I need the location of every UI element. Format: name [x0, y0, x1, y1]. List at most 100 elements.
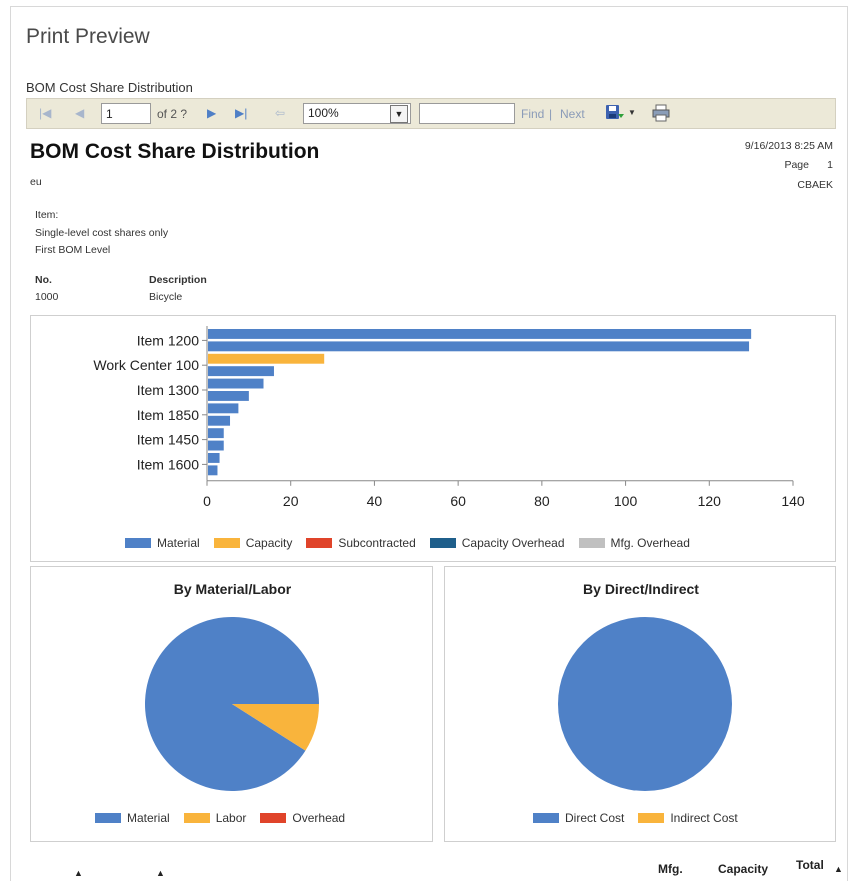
- page-count-label: of 2 ?: [157, 107, 188, 121]
- pie-slice-direct-cost: [558, 617, 732, 791]
- legend-item: Labor: [183, 811, 247, 825]
- print-icon[interactable]: [651, 104, 671, 122]
- page-number-input[interactable]: [101, 103, 151, 124]
- legend-swatch: [638, 813, 665, 823]
- legend-label: Capacity Overhead: [461, 536, 565, 550]
- export-dropdown-icon[interactable]: ▼: [628, 108, 636, 117]
- bar: [208, 391, 249, 401]
- legend-swatch: [578, 538, 605, 548]
- export-icon[interactable]: [605, 104, 625, 122]
- legend-label: Material: [127, 811, 170, 825]
- y-tick-label: Item 1600: [137, 456, 199, 472]
- zoom-select[interactable]: 100% ▼: [303, 103, 411, 124]
- legend-label: Indirect Cost: [670, 811, 738, 825]
- legend-swatch: [260, 813, 287, 823]
- bar: [208, 366, 274, 377]
- cost-share-bar-chart: Item 1200 Work Center 100 Item 1300 Item 18…: [93, 326, 805, 509]
- x-tick-label: 40: [367, 493, 383, 509]
- find-input[interactable]: [419, 103, 515, 124]
- legend-item: Material: [95, 811, 170, 825]
- description-column-header: Description: [149, 274, 207, 286]
- bar: [208, 341, 750, 352]
- legend-item: Capacity: [213, 536, 293, 550]
- find-link[interactable]: Find: [521, 107, 544, 121]
- legend-label: Direct Cost: [565, 811, 625, 825]
- y-tick-label: Item 1450: [137, 432, 199, 448]
- filter-line: Single-level cost shares only: [35, 227, 169, 239]
- y-tick-label: Item 1850: [137, 407, 199, 423]
- y-tick-label: Item 1300: [137, 382, 199, 398]
- bar-chart-legend: Material Capacity Subcontracted Capacity…: [125, 536, 704, 550]
- legend-label: Capacity: [245, 536, 293, 550]
- back-to-parent-icon[interactable]: ⇦: [275, 106, 285, 120]
- first-page-icon[interactable]: |◀: [39, 106, 51, 120]
- pie-chart-title: By Direct/Indirect: [583, 581, 699, 597]
- x-tick-label: 0: [203, 493, 211, 509]
- x-tick-label: 20: [283, 493, 299, 509]
- x-tick-label: 60: [450, 493, 466, 509]
- legend-label: Overhead: [292, 811, 346, 825]
- bar: [208, 428, 224, 439]
- mfg-column-header: Mfg.: [658, 862, 683, 876]
- bar: [208, 415, 231, 426]
- report-user: CBAEK: [797, 179, 833, 191]
- sort-arrow-icon[interactable]: ▲: [834, 864, 843, 874]
- bar: [208, 353, 325, 364]
- sort-arrow-icon[interactable]: ▲: [156, 868, 165, 878]
- pie-chart-title: By Material/Labor: [173, 581, 292, 597]
- legend-item: Indirect Cost: [638, 811, 738, 825]
- bar: [208, 329, 752, 339]
- last-page-icon[interactable]: ▶|: [235, 106, 247, 120]
- total-column-header: Total: [796, 858, 824, 872]
- material-labor-pie-chart: [144, 617, 319, 792]
- legend-label: Subcontracted: [338, 536, 416, 550]
- filter-line: First BOM Level: [35, 244, 111, 256]
- cost-share-bar-chart-panel: Item 1200 Work Center 100 Item 1300 Item 18…: [30, 315, 836, 562]
- material-labor-pie-panel: By Material/Labor Material Labor Overhea…: [30, 566, 433, 842]
- chevron-down-icon[interactable]: ▼: [390, 105, 408, 123]
- company-name: eu: [30, 176, 42, 188]
- bar: [208, 378, 264, 389]
- legend-swatch: [125, 538, 151, 548]
- y-tick-label: Work Center 100: [93, 357, 199, 373]
- direct-indirect-pie-chart: [558, 617, 732, 791]
- legend-swatch: [306, 538, 333, 548]
- window-title: Print Preview: [26, 25, 150, 48]
- legend-label: Mfg. Overhead: [610, 536, 690, 550]
- x-tick-label: 100: [614, 493, 638, 509]
- legend-label: Labor: [215, 811, 247, 825]
- sort-arrow-icon[interactable]: ▲: [74, 868, 83, 878]
- bar: [208, 403, 239, 414]
- bar: [208, 465, 218, 476]
- legend-item: Subcontracted: [306, 536, 416, 550]
- direct-indirect-pie-panel: By Direct/Indirect Direct Cost Indirect …: [444, 566, 836, 842]
- previous-page-icon[interactable]: ◀: [75, 106, 84, 120]
- legend-item: Overhead: [260, 811, 345, 825]
- bar: [208, 440, 224, 451]
- no-column-header: No.: [35, 274, 52, 286]
- zoom-value: 100%: [308, 106, 339, 120]
- report-toolbar: |◀ ◀ of 2 ? ▶ ▶| ⇦ 100% ▼ Find | Next ▼: [26, 98, 836, 129]
- legend-item: Material: [125, 536, 200, 550]
- legend-swatch: [183, 813, 210, 823]
- capacity-column-header: Capacity: [718, 862, 769, 876]
- item-description: Bicycle: [149, 291, 183, 303]
- legend-swatch: [95, 813, 121, 823]
- legend-swatch: [429, 538, 456, 548]
- legend-swatch: [533, 813, 559, 823]
- page-number: 1: [827, 159, 833, 171]
- next-page-icon[interactable]: ▶: [207, 106, 216, 120]
- page-label: Page: [784, 159, 809, 171]
- legend-label: Material: [157, 536, 200, 550]
- filter-line: Item:: [35, 209, 59, 221]
- find-separator: |: [549, 107, 553, 121]
- report-tab-title: BOM Cost Share Distribution: [26, 80, 193, 95]
- x-tick-label: 80: [534, 493, 550, 509]
- item-no: 1000: [35, 291, 59, 303]
- legend-item: Mfg. Overhead: [578, 536, 690, 550]
- pie-chart-legend: Direct Cost Indirect Cost: [533, 811, 752, 825]
- x-tick-label: 140: [781, 493, 805, 509]
- pie-chart-legend: Material Labor Overhead: [95, 811, 359, 825]
- find-next-link[interactable]: Next: [560, 107, 585, 121]
- report-title: BOM Cost Share Distribution: [30, 140, 320, 163]
